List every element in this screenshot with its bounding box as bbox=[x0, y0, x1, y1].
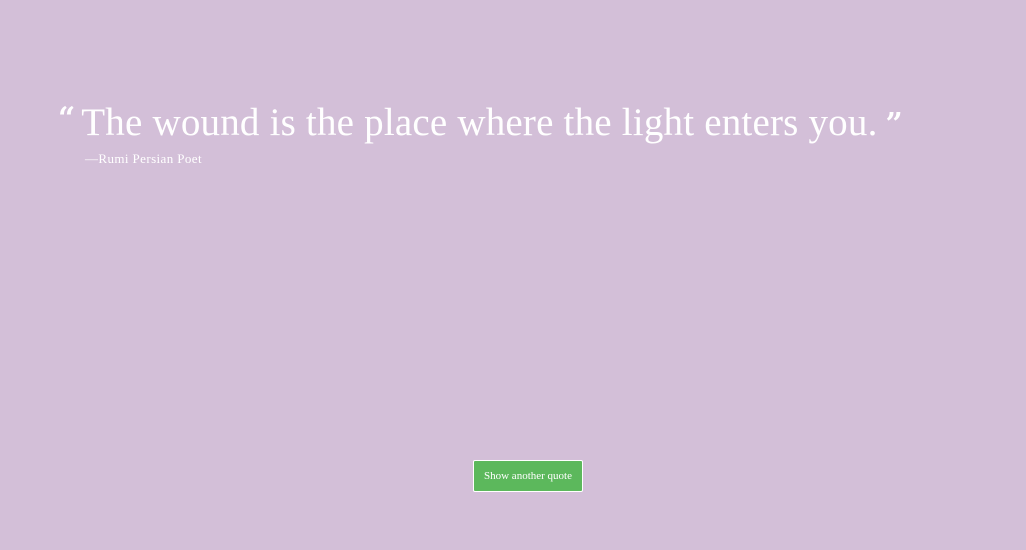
quote-page: “ The wound is the place where the light… bbox=[0, 0, 1026, 550]
open-quote-icon: “ bbox=[58, 101, 76, 136]
show-another-quote-button[interactable]: Show another quote bbox=[473, 460, 583, 492]
quote-line: “ The wound is the place where the light… bbox=[58, 92, 998, 154]
quote-text: The wound is the place where the light e… bbox=[81, 101, 878, 144]
close-quote-icon: ” bbox=[885, 107, 903, 142]
quote-block: “ The wound is the place where the light… bbox=[58, 92, 998, 167]
